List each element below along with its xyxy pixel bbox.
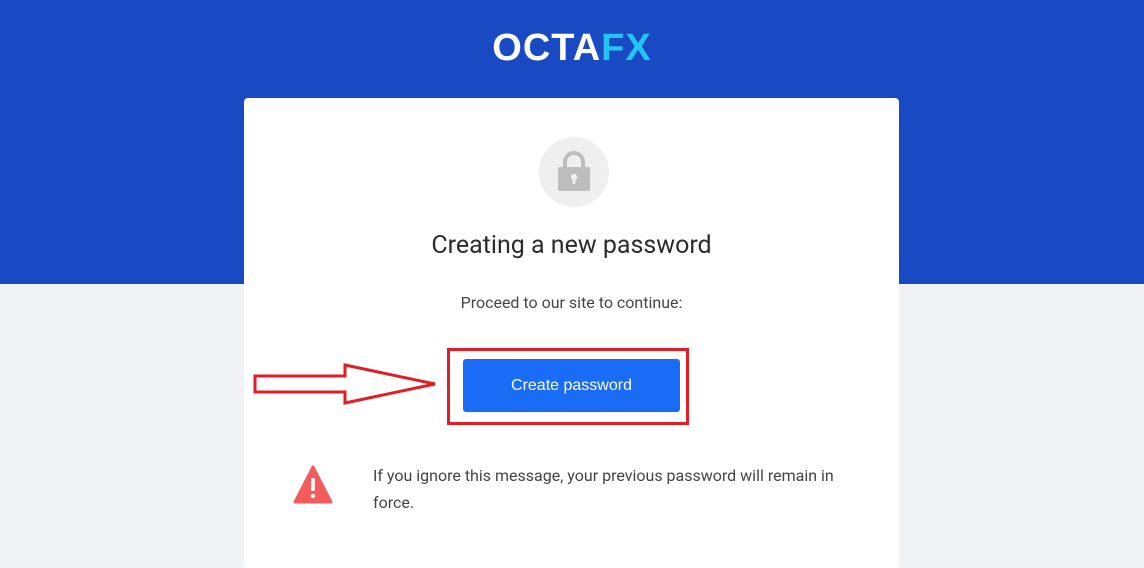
page-title: Creating a new password <box>431 231 712 260</box>
warning-message: If you ignore this message, your previou… <box>373 466 834 512</box>
arrow-right-annotation <box>253 363 436 405</box>
warning-triangle-icon <box>293 465 333 504</box>
lock-icon <box>558 151 590 191</box>
lock-icon-container <box>539 137 609 207</box>
subtitle-text: Proceed to our site to continue: <box>460 293 683 312</box>
create-password-button[interactable]: Create password <box>463 359 680 412</box>
octafx-logo: OCTAFX <box>0 26 1144 70</box>
logo-octa: OCTA <box>492 27 602 69</box>
logo-fx: FX <box>601 27 652 69</box>
